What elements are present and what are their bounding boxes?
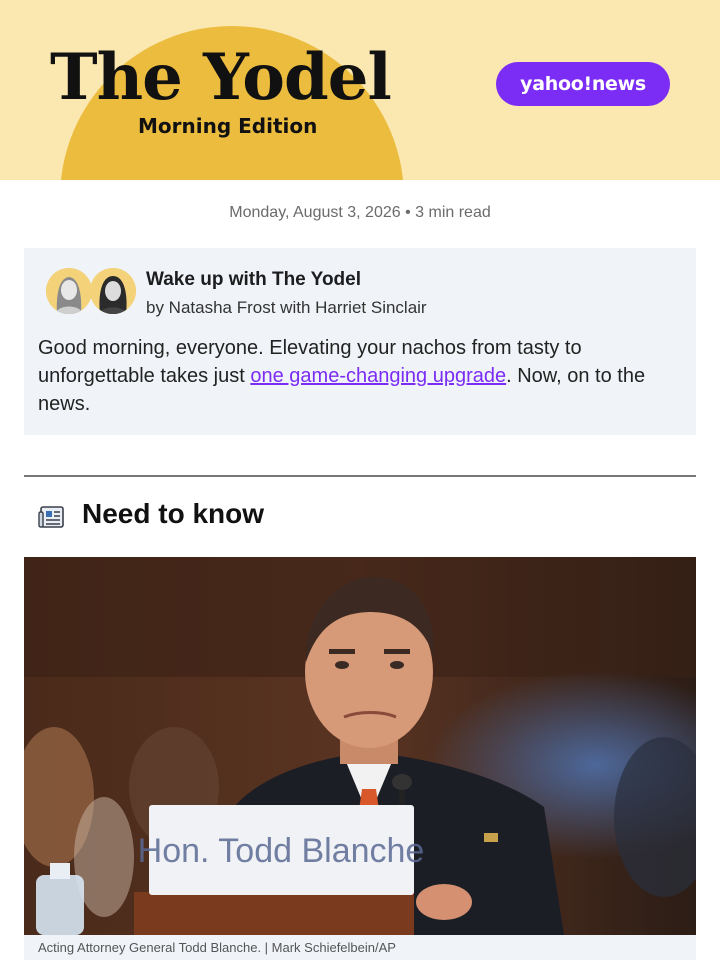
author-avatar	[46, 268, 92, 314]
nachos-upgrade-link[interactable]: one game-changing upgrade	[250, 365, 506, 387]
newsletter-title: The Yodel	[50, 40, 392, 115]
section-divider	[24, 475, 696, 477]
brand-label: yahoo!news	[520, 73, 646, 95]
author-avatar	[90, 268, 136, 314]
masthead-banner: The Yodel Morning Edition yahoo!news	[0, 0, 720, 180]
intro-card: Wake up with The Yodel by Natasha Frost …	[24, 248, 696, 435]
author-byline: by Natasha Frost with Harriet Sinclair	[146, 298, 427, 317]
intro-paragraph: Good morning, everyone. Elevating your n…	[38, 334, 688, 418]
news-photo[interactable]: Hon. Todd Blanche	[24, 557, 696, 935]
name-placard: Hon. Todd Blanche	[138, 832, 425, 870]
photo-caption: Acting Attorney General Todd Blanche. | …	[24, 935, 696, 960]
intro-heading: Wake up with The Yodel	[146, 269, 362, 290]
yahoo-news-logo[interactable]: yahoo!news	[496, 62, 670, 106]
newspaper-icon	[38, 503, 66, 531]
dateline: Monday, August 3, 2026 • 3 min read	[229, 204, 491, 221]
newsletter-edition: Morning Edition	[138, 114, 318, 138]
section-title: Need to know	[82, 498, 265, 529]
